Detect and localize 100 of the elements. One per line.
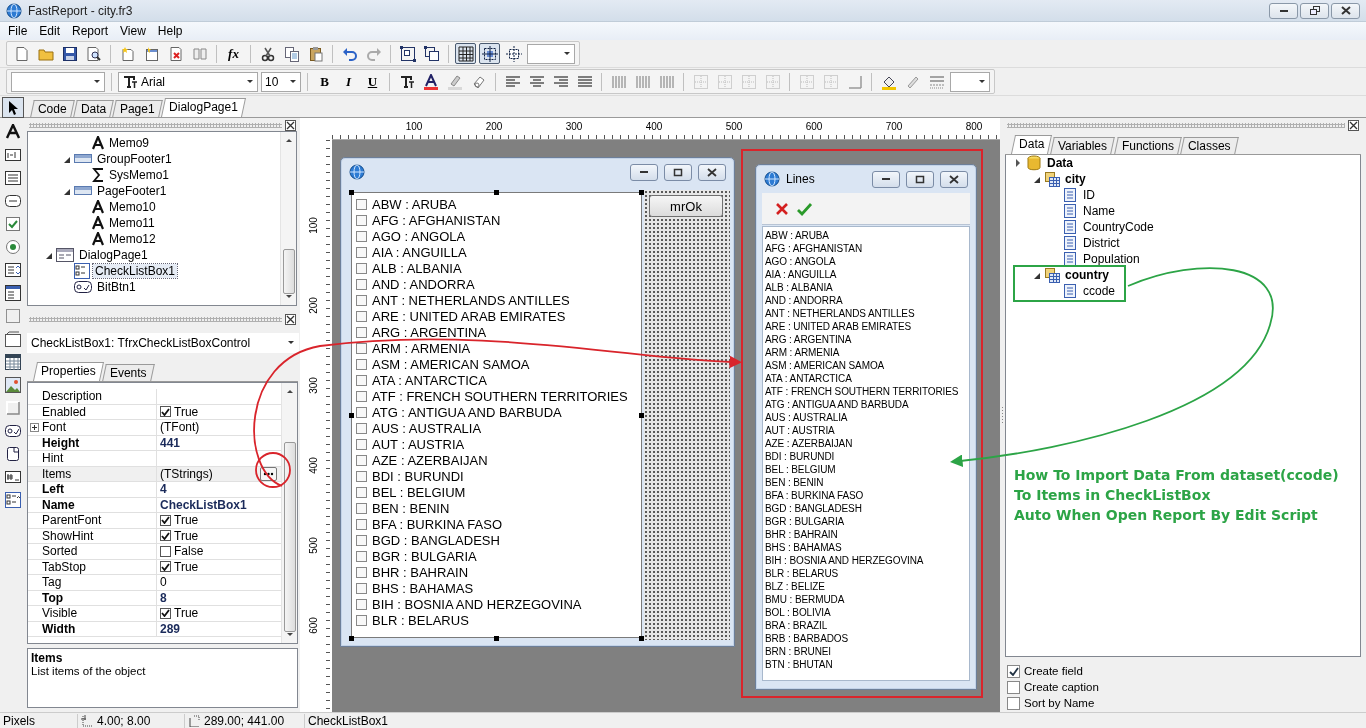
close-panel-icon[interactable] [285, 120, 296, 131]
selection-handle[interactable] [349, 413, 354, 418]
checkbox[interactable] [356, 390, 367, 402]
expand-plus-icon[interactable] [30, 422, 39, 432]
tree-item[interactable]: CountryCode [1081, 220, 1156, 234]
selection-handle[interactable] [494, 190, 499, 195]
checkbox[interactable] [356, 326, 367, 338]
property-name[interactable]: Sorted [42, 544, 78, 559]
checkbox[interactable] [160, 514, 171, 526]
tree-item[interactable]: country [1063, 268, 1111, 282]
cancel-icon[interactable] [775, 201, 789, 216]
checkbox[interactable] [356, 262, 367, 274]
checkbox[interactable] [160, 406, 171, 418]
property-name[interactable]: Top [42, 590, 64, 605]
tree-item[interactable]: SysMemo1 [107, 168, 172, 182]
align-to-grid-icon[interactable] [505, 45, 522, 62]
close-button[interactable] [940, 170, 968, 188]
checkbox[interactable] [1007, 696, 1020, 710]
property-name[interactable]: Visible [42, 606, 78, 621]
scrollbar-thumb[interactable] [283, 442, 296, 632]
page-tab[interactable]: Code [30, 100, 75, 117]
minimize-button[interactable] [630, 163, 658, 181]
font-dropdown[interactable]: Arial [118, 71, 258, 92]
close-panel-icon[interactable] [285, 314, 296, 325]
new-document-icon[interactable] [13, 45, 30, 62]
checkbox[interactable] [356, 470, 367, 482]
option-label[interactable]: Create field [1024, 665, 1083, 677]
menu-item[interactable]: Report [66, 24, 115, 38]
format-button[interactable]: I [338, 71, 359, 92]
save-icon[interactable] [61, 45, 78, 62]
selection-handle[interactable] [349, 636, 354, 641]
new-page-icon[interactable] [119, 45, 136, 62]
tree-item[interactable]: Memo11 [107, 216, 157, 230]
checkbox[interactable] [1007, 680, 1020, 694]
menu-item[interactable]: File [2, 24, 34, 38]
dropdown-arrow-icon[interactable] [562, 49, 572, 58]
dropdown-arrow-icon[interactable] [92, 77, 102, 86]
dotted-square-icon[interactable] [4, 308, 21, 324]
fit-to-grid-icon[interactable] [481, 45, 498, 62]
tree-item[interactable]: city [1063, 172, 1088, 186]
checkbox[interactable] [356, 422, 367, 434]
tree-item[interactable]: Data [1045, 156, 1075, 170]
tree-item[interactable]: Memo12 [107, 232, 158, 246]
checkbox[interactable] [1007, 664, 1020, 678]
lines-icon[interactable] [4, 170, 21, 186]
checkbox[interactable] [356, 294, 367, 306]
checkbox[interactable] [356, 214, 367, 226]
page-icon[interactable] [4, 446, 21, 462]
font-color-icon[interactable] [422, 73, 439, 90]
align-right-icon[interactable] [552, 73, 569, 90]
text-rotation-icon[interactable] [398, 73, 415, 90]
new-dialog-icon[interactable] [143, 45, 160, 62]
calendar-icon[interactable] [4, 354, 21, 370]
rounded-button-icon[interactable] [4, 193, 21, 209]
dropdown-arrow-icon[interactable] [288, 77, 298, 86]
splitter-handle[interactable] [1001, 406, 1004, 424]
highlight-icon[interactable] [446, 73, 463, 90]
restore-button[interactable] [1300, 2, 1329, 19]
lines-list[interactable] [762, 226, 970, 681]
property-name[interactable]: Description [42, 389, 103, 404]
tree-item[interactable]: GroupFooter1 [95, 152, 174, 166]
justify-icon[interactable] [576, 73, 593, 90]
tree-item[interactable]: DialogPage1 [77, 248, 150, 262]
grid-icon[interactable] [457, 45, 474, 62]
format-button[interactable]: B [314, 71, 335, 92]
list-spinner-icon[interactable] [4, 285, 21, 301]
align-center-icon[interactable] [528, 73, 545, 90]
checkbox[interactable] [356, 246, 367, 258]
checkbox[interactable] [356, 534, 367, 546]
checkbox-icon[interactable] [4, 216, 21, 232]
tree-item[interactable]: Name [1081, 204, 1117, 218]
radio-icon[interactable] [4, 239, 21, 255]
checkbox[interactable] [356, 598, 367, 610]
option-label[interactable]: Sort by Name [1024, 697, 1095, 709]
close-button[interactable] [1331, 2, 1360, 19]
image-icon[interactable] [4, 377, 21, 393]
checkbox[interactable] [356, 358, 367, 370]
collapse-triangle-icon[interactable] [62, 155, 71, 163]
checkbox[interactable] [356, 550, 367, 562]
data-tab[interactable]: Variables [1050, 137, 1116, 154]
text-field-icon[interactable] [4, 147, 21, 163]
option-label[interactable]: Create caption [1024, 681, 1099, 693]
tree-item[interactable]: BitBtn1 [95, 280, 138, 294]
checkbox[interactable] [356, 454, 367, 466]
bevel-icon[interactable] [4, 400, 21, 416]
masked-field-icon[interactable] [4, 469, 21, 485]
close-button[interactable] [698, 163, 726, 181]
checkbox[interactable] [356, 198, 367, 210]
checkbox[interactable] [356, 518, 367, 530]
checkbox[interactable] [356, 342, 367, 354]
ok-button-icon[interactable] [4, 423, 21, 439]
property-name[interactable]: ParentFont [42, 513, 102, 528]
minimize-button[interactable] [872, 170, 900, 188]
paste-icon[interactable] [307, 45, 324, 62]
selection-handle[interactable] [494, 636, 499, 641]
expand-triangle-icon[interactable] [1014, 159, 1023, 167]
font-size-dropdown[interactable]: 10 [261, 71, 301, 92]
property-name[interactable]: ShowHint [42, 528, 94, 543]
menu-item[interactable]: Edit [33, 24, 67, 38]
dropdown-arrow-icon[interactable] [977, 77, 987, 86]
